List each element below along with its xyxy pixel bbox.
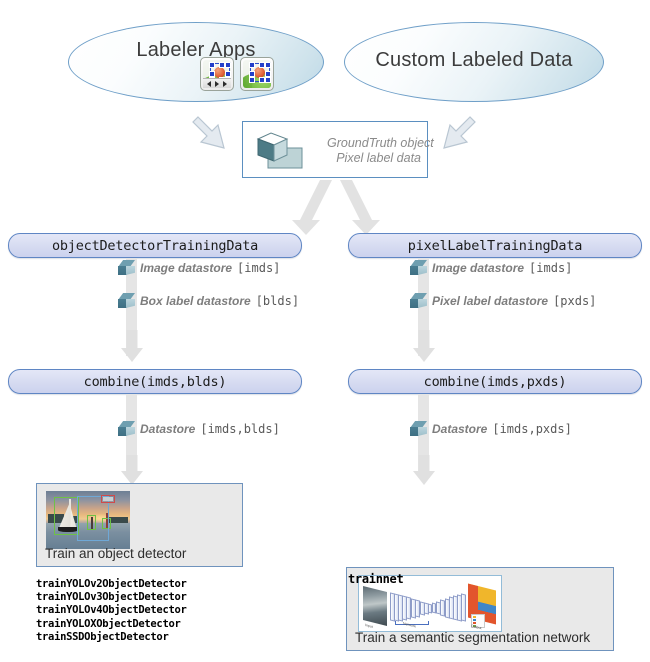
fn-trainyolov2[interactable]: trainYOLOv2ObjectDetector bbox=[36, 578, 187, 591]
datastore-cube-icon bbox=[118, 293, 135, 309]
video-labeler-icon[interactable] bbox=[200, 57, 234, 91]
right-datastore-1-var: [imds] bbox=[529, 261, 573, 275]
fn-trainnet[interactable]: trainnet bbox=[348, 572, 404, 587]
datastore-cube-icon bbox=[410, 421, 427, 437]
arrow-right-to-result bbox=[412, 455, 435, 485]
object-detector-function-list: trainYOLOv2ObjectDetector trainYOLOv3Obj… bbox=[36, 578, 187, 644]
pixellabeltrainingdata-node[interactable]: pixelLabelTrainingData bbox=[348, 233, 642, 258]
combine-imds-pxds-label: combine(imds,pxds) bbox=[423, 373, 567, 390]
object-detection-result-image bbox=[46, 491, 130, 549]
image-labeler-icon[interactable] bbox=[240, 57, 274, 91]
right-datastore-row-2: Pixel label datastore [pxds] bbox=[410, 293, 596, 309]
arrow-labeler-to-groundtruth bbox=[192, 116, 225, 149]
semantic-segmentation-caption: Train a semantic segmentation network bbox=[355, 630, 591, 645]
groundtruth-text: GroundTruth object Pixel label data bbox=[327, 136, 434, 166]
arrow-left-to-result bbox=[120, 455, 143, 485]
datastore-cube-icon bbox=[410, 260, 427, 276]
groundtruth-node: GroundTruth object Pixel label data bbox=[242, 121, 434, 178]
combine-imds-pxds-node[interactable]: combine(imds,pxds) bbox=[348, 369, 642, 394]
right-combined-datastore-var: [imds,pxds] bbox=[492, 422, 572, 436]
right-datastore-row-1: Image datastore [imds] bbox=[410, 260, 572, 276]
datastore-cube-icon bbox=[118, 260, 135, 276]
diagram-canvas: Labeler Apps Custom Labeled Data GroundT… bbox=[0, 0, 650, 662]
left-datastore-row-2: Box label datastore [blds] bbox=[118, 293, 299, 309]
arrow-custom-data-to-groundtruth bbox=[443, 116, 476, 149]
bbox-label-chip bbox=[101, 495, 115, 503]
fn-trainyolov3[interactable]: trainYOLOv3ObjectDetector bbox=[36, 591, 187, 604]
left-datastore-1-var: [imds] bbox=[237, 261, 281, 275]
labeler-apps-node: Labeler Apps bbox=[68, 22, 324, 102]
datastore-cube-icon bbox=[118, 421, 135, 437]
arrow-right-to-combine bbox=[412, 330, 435, 362]
datastore-cube-icon bbox=[410, 293, 427, 309]
object-detector-result-panel: Train an object detector bbox=[36, 483, 243, 567]
bbox-boat bbox=[54, 497, 79, 535]
groundtruth-data-icon bbox=[255, 130, 311, 172]
left-combined-datastore-row: Datastore [imds,blds] bbox=[118, 421, 280, 437]
left-datastore-2-name: Box label datastore bbox=[140, 294, 251, 308]
arrow-left-to-combine bbox=[120, 330, 143, 362]
combine-imds-blds-label: combine(imds,blds) bbox=[83, 373, 227, 390]
combine-imds-blds-node[interactable]: combine(imds,blds) bbox=[8, 369, 302, 394]
right-combined-datastore-name: Datastore bbox=[432, 422, 488, 436]
labeler-app-icons bbox=[200, 57, 274, 91]
left-datastore-1-name: Image datastore bbox=[140, 261, 233, 275]
left-datastore-row-1: Image datastore [imds] bbox=[118, 260, 280, 276]
right-datastore-1-name: Image datastore bbox=[432, 261, 525, 275]
pixellabeltrainingdata-label: pixelLabelTrainingData bbox=[407, 237, 583, 254]
semantic-segmentation-function-list: trainnet bbox=[348, 572, 404, 587]
right-datastore-2-name: Pixel label datastore bbox=[432, 294, 549, 308]
right-datastore-2-var: [pxds] bbox=[553, 294, 597, 308]
fn-trainyolov4[interactable]: trainYOLOv4ObjectDetector bbox=[36, 604, 187, 617]
object-detector-caption: Train an object detector bbox=[45, 546, 187, 561]
objectdetectortrainingdata-node[interactable]: objectDetectorTrainingData bbox=[8, 233, 302, 258]
right-combined-datastore-row: Datastore [imds,pxds] bbox=[410, 421, 572, 437]
left-datastore-2-var: [blds] bbox=[255, 294, 300, 308]
fn-trainyolox[interactable]: trainYOLOXObjectDetector bbox=[36, 618, 187, 631]
custom-labeled-data-label: Custom Labeled Data bbox=[375, 49, 573, 71]
custom-labeled-data-node: Custom Labeled Data bbox=[344, 22, 604, 102]
arrow-groundtruth-split bbox=[292, 180, 380, 235]
left-combined-datastore-var: [imds,blds] bbox=[200, 422, 280, 436]
left-combined-datastore-name: Datastore bbox=[140, 422, 196, 436]
fn-trainssd[interactable]: trainSSDObjectDetector bbox=[36, 631, 187, 644]
groundtruth-line-1: GroundTruth object bbox=[327, 136, 434, 150]
groundtruth-line-2: Pixel label data bbox=[336, 151, 421, 165]
objectdetectortrainingdata-label: objectDetectorTrainingData bbox=[51, 237, 259, 254]
